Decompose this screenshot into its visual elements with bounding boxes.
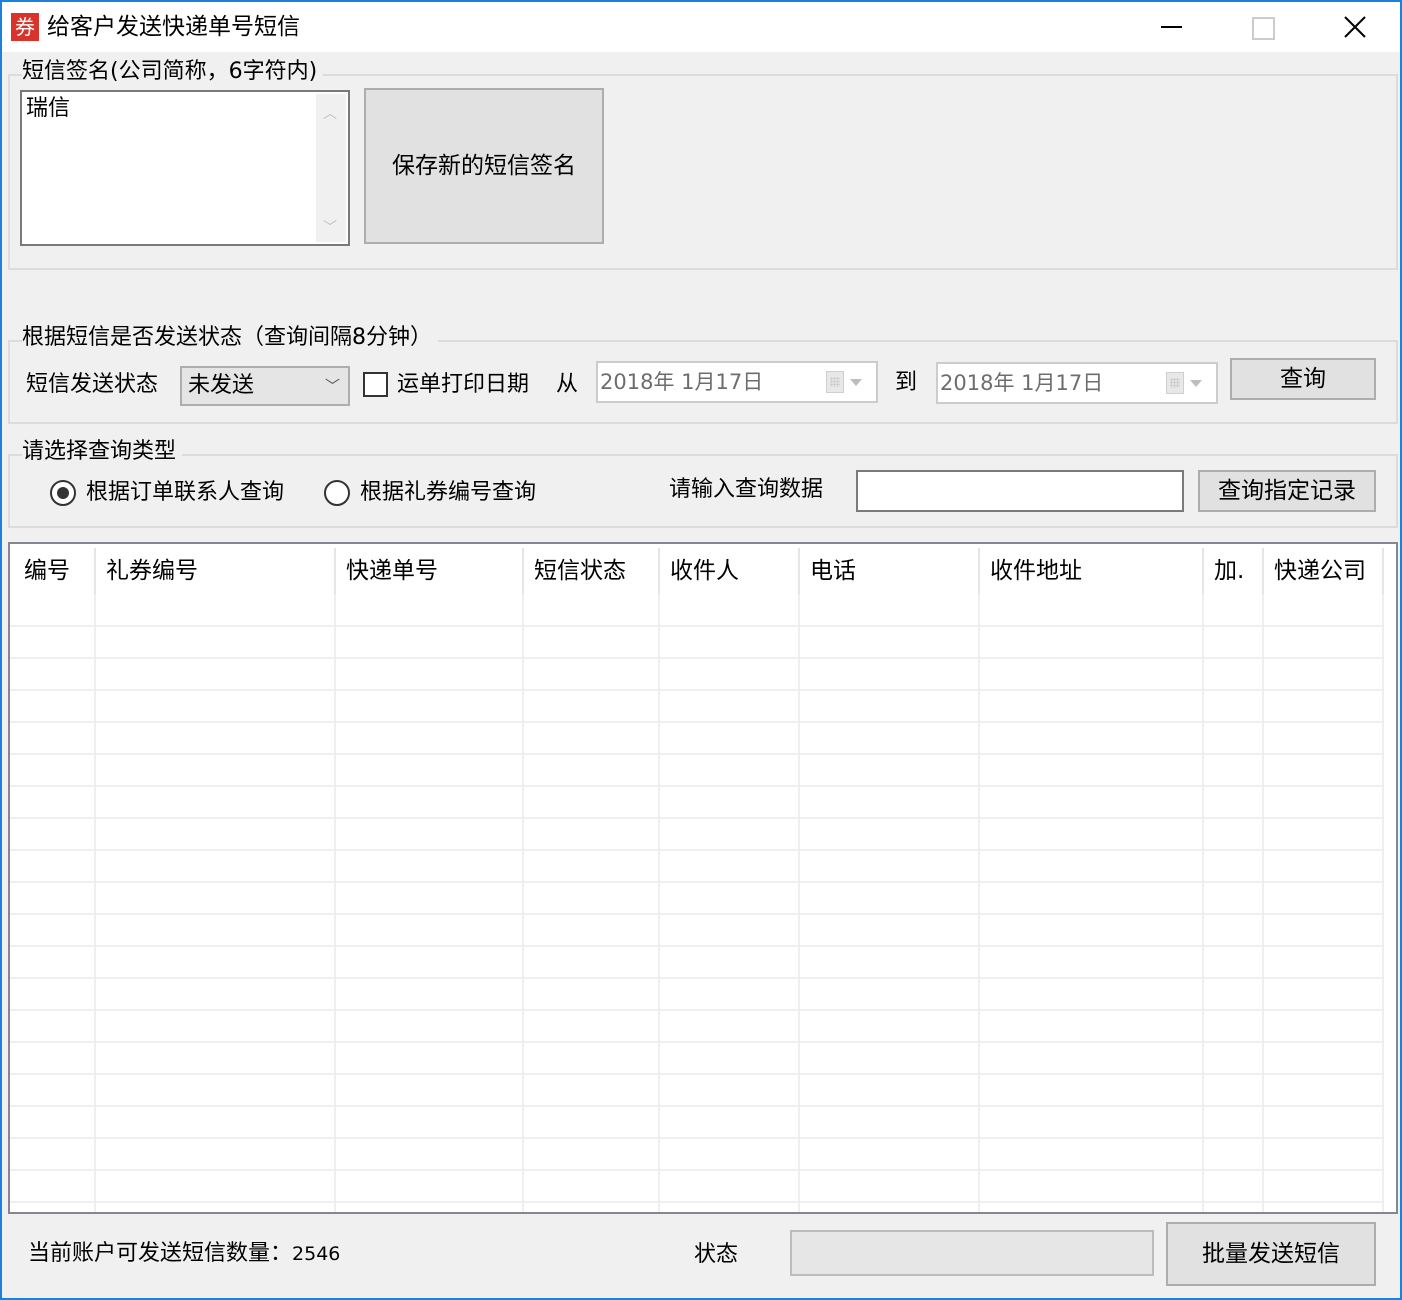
sms-count-caption: 当前账户可发送短信数量： — [28, 1241, 293, 1266]
calendar-icon[interactable] — [1166, 372, 1184, 394]
minimize-button[interactable] — [1126, 2, 1218, 52]
status-query-group-legend: 根据短信是否发送状态（查询间隔8分钟） — [22, 324, 438, 352]
column-separator[interactable] — [1382, 548, 1384, 594]
table-row[interactable] — [10, 625, 1384, 627]
sms-status-selected: 未发送 — [188, 373, 255, 398]
signature-scrollbar[interactable]: ︿ ﹀ — [316, 94, 346, 242]
status-label: 状态 — [694, 1242, 739, 1267]
query-record-button[interactable]: 查询指定记录 — [1198, 470, 1376, 512]
status-progress-bar — [790, 1230, 1154, 1276]
scroll-down-icon[interactable]: ﹀ — [323, 214, 337, 242]
query-button[interactable]: 查询 — [1230, 358, 1376, 400]
from-date-picker[interactable]: 2018年 1月17日 — [596, 361, 878, 403]
print-date-checkbox[interactable] — [363, 372, 388, 397]
column-gridline — [1202, 594, 1204, 1212]
chevron-down-icon: ﹀ — [324, 377, 340, 395]
close-button[interactable] — [1308, 2, 1400, 52]
to-date-picker[interactable]: 2018年 1月17日 — [936, 362, 1218, 404]
column-header-phone[interactable]: 电话 — [798, 544, 856, 594]
table-row[interactable] — [10, 1009, 1384, 1011]
radio-by-contact-label[interactable]: 根据订单联系人查询 — [86, 479, 284, 507]
maximize-button[interactable] — [1216, 2, 1308, 52]
dropdown-arrow-icon[interactable] — [850, 379, 862, 386]
close-icon — [1344, 16, 1366, 38]
radio-by-coupon[interactable] — [324, 480, 350, 506]
query-input-label: 请输入查询数据 — [669, 477, 824, 502]
from-date-value: 2018年 1月17日 — [600, 370, 764, 394]
radio-by-coupon-label[interactable]: 根据礼券编号查询 — [360, 479, 536, 507]
table-row[interactable] — [10, 785, 1384, 787]
sms-status-label: 短信发送状态 — [26, 372, 159, 397]
table-row[interactable] — [10, 817, 1384, 819]
table-row[interactable] — [10, 657, 1384, 659]
column-header-tracking-no[interactable]: 快递单号 — [334, 544, 438, 594]
window-title: 给客户发送快递单号短信 — [47, 14, 300, 40]
table-row[interactable] — [10, 881, 1384, 883]
table-row[interactable] — [10, 945, 1384, 947]
column-header-coupon-no[interactable]: 礼券编号 — [94, 544, 198, 594]
column-header-recipient[interactable]: 收件人 — [658, 544, 739, 594]
sms-count-label: 当前账户可发送短信数量：2546 — [28, 1240, 340, 1268]
table-header: 编号 礼券编号 快递单号 短信状态 收件人 电话 收件地址 加. 快递公司 — [10, 544, 1396, 596]
query-data-input[interactable] — [856, 470, 1184, 512]
table-row[interactable] — [10, 1169, 1384, 1171]
table-row[interactable] — [10, 849, 1384, 851]
column-gridline — [1262, 594, 1264, 1212]
column-gridline — [978, 594, 980, 1212]
records-table[interactable]: 编号 礼券编号 快递单号 短信状态 收件人 电话 收件地址 加. 快递公司 — [8, 542, 1398, 1214]
column-gridline — [798, 594, 800, 1212]
table-row[interactable] — [10, 721, 1384, 723]
table-row[interactable] — [10, 977, 1384, 979]
column-header-id[interactable]: 编号 — [12, 544, 70, 594]
column-header-address[interactable]: 收件地址 — [978, 544, 1082, 594]
column-gridline — [94, 594, 96, 1212]
table-row[interactable] — [10, 1073, 1384, 1075]
calendar-icon[interactable] — [826, 371, 844, 393]
signature-group-legend: 短信签名(公司简称，6字符内) — [22, 58, 324, 86]
main-window: 券 给客户发送快递单号短信 短信签名(公司简称，6字符内) 瑞信 ︿ ﹀ 保存新… — [0, 0, 1402, 1300]
table-row[interactable] — [10, 1201, 1384, 1203]
query-type-group-legend: 请选择查询类型 — [22, 438, 183, 466]
signature-value: 瑞信 — [26, 96, 71, 121]
table-row[interactable] — [10, 1137, 1384, 1139]
radio-by-contact[interactable] — [50, 480, 76, 506]
app-logo-icon: 券 — [11, 13, 39, 41]
column-header-extra[interactable]: 加. — [1202, 544, 1244, 594]
to-date-value: 2018年 1月17日 — [940, 371, 1104, 395]
column-header-sms-status[interactable]: 短信状态 — [522, 544, 626, 594]
to-label: 到 — [895, 370, 918, 395]
table-row[interactable] — [10, 753, 1384, 755]
from-label: 从 — [556, 372, 579, 397]
title-bar: 券 给客户发送快递单号短信 — [2, 2, 1400, 52]
sms-status-select[interactable]: 未发送 ﹀ — [180, 366, 350, 406]
table-row[interactable] — [10, 913, 1384, 915]
column-header-courier[interactable]: 快递公司 — [1262, 544, 1366, 594]
table-row[interactable] — [10, 1105, 1384, 1107]
batch-send-sms-button[interactable]: 批量发送短信 — [1166, 1222, 1376, 1286]
dropdown-arrow-icon[interactable] — [1190, 380, 1202, 387]
column-gridline — [522, 594, 524, 1212]
column-gridline — [1382, 594, 1384, 1212]
scroll-up-icon[interactable]: ︿ — [323, 100, 337, 128]
print-date-label[interactable]: 运单打印日期 — [397, 371, 529, 399]
column-gridline — [334, 594, 336, 1212]
sms-count-value: 2546 — [292, 1243, 341, 1265]
signature-textarea[interactable]: 瑞信 ︿ ﹀ — [20, 90, 350, 246]
table-row[interactable] — [10, 1041, 1384, 1043]
table-row[interactable] — [10, 689, 1384, 691]
column-gridline — [658, 594, 660, 1212]
save-signature-button[interactable]: 保存新的短信签名 — [364, 88, 604, 244]
